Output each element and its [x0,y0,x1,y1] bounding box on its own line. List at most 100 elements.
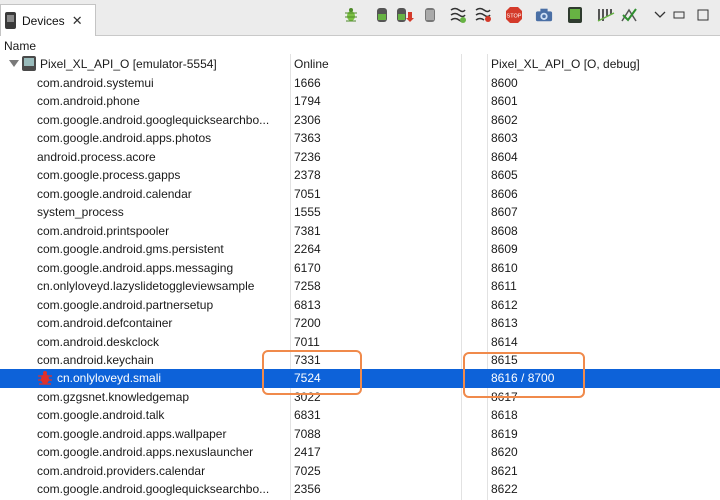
view-menu-icon[interactable] [651,6,669,24]
process-pid: 7088 [294,426,321,441]
process-pid: 1666 [294,75,321,90]
process-port: 8609 [491,242,518,256]
debugger-attached-bug-icon [37,371,53,385]
process-row[interactable]: com.google.android.apps.photos 7363 8603 [0,129,720,148]
process-name: com.google.android.apps.messaging [37,260,234,275]
table-header: Name [0,36,720,54]
process-port: 8603 [491,131,518,145]
process-port: 8607 [491,205,518,219]
process-name: system_process [37,205,124,219]
process-name: com.google.android.calendar [37,186,192,201]
process-pid: 7051 [294,186,321,201]
process-port: 8610 [491,260,518,275]
process-row[interactable]: system_process 1555 8607 [0,203,720,222]
process-pid: 2378 [294,168,321,182]
device-name: Pixel_XL_API_O [emulator-5554] [40,57,217,71]
process-row[interactable]: com.android.printspooler 7381 8608 [0,222,720,241]
process-pid: 7363 [294,131,321,145]
process-row[interactable]: com.android.systemui 1666 8600 [0,74,720,93]
process-pid: 7200 [294,316,321,330]
process-name: android.process.acore [37,149,156,164]
process-port: 8613 [491,316,518,330]
dump-view-hierarchy-icon[interactable] [566,6,584,24]
process-name: com.gzgsnet.knowledgemap [37,389,190,404]
highlight-box-port [463,352,585,398]
process-name: com.android.phone [37,94,140,108]
process-port: 8600 [491,75,518,90]
process-pid: 2417 [294,445,321,459]
process-name: com.google.process.gapps [37,168,181,182]
start-method-profiling-icon[interactable] [474,6,492,24]
process-port: 8606 [491,186,518,201]
process-pid: 7025 [294,463,321,478]
dump-hprof-icon[interactable] [396,6,414,24]
systrace-icon[interactable] [597,6,615,24]
screen-capture-icon[interactable] [535,6,553,24]
process-port: 8614 [491,334,518,349]
process-row[interactable]: com.google.android.apps.nexuslauncher 241… [0,443,720,462]
process-row[interactable]: com.google.android.apps.wallpaper 7088 861… [0,425,720,444]
process-row[interactable]: com.android.providers.calendar 7025 8621 [0,462,720,481]
tab-devices[interactable]: Devices ✕ [0,4,96,36]
process-pid: 1555 [294,205,321,219]
process-row[interactable]: com.google.android.partnersetup 6813 8612 [0,296,720,315]
process-pid: 6170 [294,260,321,275]
process-port: 8621 [491,463,518,478]
emulator-icon [22,56,36,71]
process-row[interactable]: com.google.android.talk 6831 8618 [0,406,720,425]
process-port: 8620 [491,445,518,459]
stop-process-icon[interactable]: STOP [505,6,523,24]
device-row[interactable]: Pixel_XL_API_O [emulator-5554] Online Pi… [0,55,720,74]
opengl-trace-icon[interactable] [620,6,638,24]
process-port: 8602 [491,112,518,127]
process-row[interactable]: com.google.process.gapps 2378 8605 [0,166,720,185]
process-name: com.android.printspooler [37,223,170,238]
process-name: com.google.android.googlequicksearchbo..… [37,112,270,127]
device-target: Pixel_XL_API_O [O, debug] [491,57,640,71]
column-header-name[interactable]: Name [4,39,36,53]
process-name: com.android.providers.calendar [37,463,206,478]
expand-arrow-icon[interactable] [9,60,19,67]
process-row[interactable]: android.process.acore 7236 8604 [0,148,720,167]
close-icon[interactable]: ✕ [72,13,83,29]
process-pid: 2306 [294,112,321,127]
process-pid: 6831 [294,408,321,422]
cause-gc-icon[interactable] [421,6,439,24]
process-pid: 6813 [294,297,321,312]
process-pid: 2356 [294,482,321,496]
process-row[interactable]: com.google.android.apps.messaging 6170 861… [0,259,720,278]
process-port: 8604 [491,149,518,164]
process-pid: 2264 [294,242,321,256]
process-name: com.android.defcontainer [37,316,173,330]
highlight-box-pid [262,350,362,395]
process-pid: 7236 [294,149,321,164]
process-row[interactable]: com.google.android.calendar 7051 8606 [0,185,720,204]
process-name: com.google.android.partnersetup [37,297,214,312]
process-port: 8618 [491,408,518,422]
view-tabbar: Devices ✕ STOP [0,0,720,36]
minimize-icon[interactable] [670,6,688,24]
update-heap-icon[interactable] [373,6,391,24]
process-port: 8605 [491,168,518,182]
debug-bug-icon[interactable] [342,6,360,24]
process-port: 8611 [491,279,517,293]
process-name: com.google.android.apps.wallpaper [37,426,227,441]
process-row[interactable]: com.google.android.googlequicksearchbo..… [0,480,720,499]
maximize-icon[interactable] [694,6,712,24]
process-row[interactable]: com.google.android.googlequicksearchbo..… [0,111,720,130]
process-name: com.google.android.apps.nexuslauncher [37,445,254,459]
process-pid: 7258 [294,279,321,293]
process-row[interactable]: com.google.android.gms.persistent 2264 860… [0,240,720,259]
process-row[interactable]: cn.onlyloveyd.lazyslidetoggleviewsample 7… [0,277,720,296]
process-name: com.google.android.gms.persistent [37,242,224,256]
process-row[interactable]: com.android.deskclock 7011 8614 [0,333,720,352]
process-port: 8612 [491,297,518,312]
process-name: com.google.android.apps.photos [37,131,212,145]
process-pid: 1794 [294,94,321,108]
process-row[interactable]: com.android.defcontainer 7200 8613 [0,314,720,333]
process-pid: 7011 [294,334,320,349]
process-name: com.android.keychain [37,353,154,367]
process-row[interactable]: com.android.phone 1794 8601 [0,92,720,111]
update-threads-icon[interactable] [449,6,467,24]
device-icon [5,12,16,29]
